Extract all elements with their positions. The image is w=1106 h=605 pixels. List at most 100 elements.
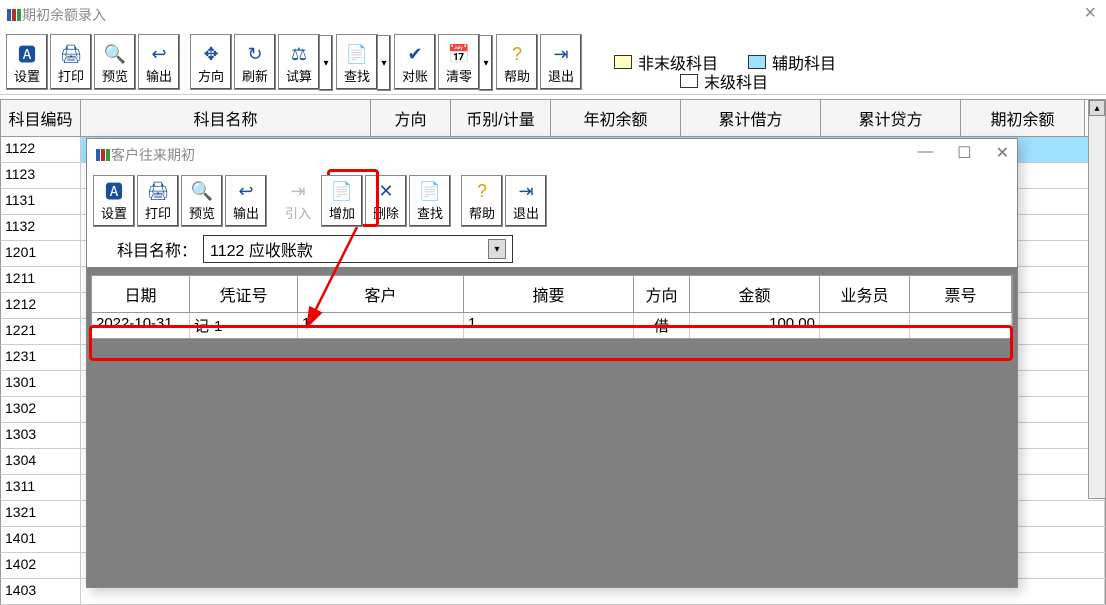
- col-voucher[interactable]: 凭证号: [190, 276, 298, 312]
- find-icon: 📄: [345, 42, 369, 66]
- export-button[interactable]: ↩输出: [138, 34, 180, 90]
- cell-amount[interactable]: 100.00: [690, 313, 820, 338]
- check-icon: ✔: [403, 42, 427, 66]
- reconcile-button[interactable]: ✔对账: [394, 34, 436, 90]
- cell-code[interactable]: 1123: [1, 163, 81, 188]
- cell-code[interactable]: 1131: [1, 189, 81, 214]
- cell-code[interactable]: 1211: [1, 267, 81, 292]
- col-name[interactable]: 科目名称: [81, 100, 371, 136]
- import-button: ⇥引入: [277, 175, 319, 227]
- print-button[interactable]: 🖨打印: [50, 34, 92, 90]
- settings-button[interactable]: 🅰设置: [93, 175, 135, 227]
- sub-titlebar: 客户往来期初 — ☐ ✕: [87, 139, 1017, 171]
- preview-button[interactable]: 🔍预览: [181, 175, 223, 227]
- cell-dir[interactable]: 借: [634, 313, 690, 338]
- delete-button[interactable]: ✕删除: [365, 175, 407, 227]
- preview-icon: 🔍: [103, 42, 127, 66]
- settings-icon: 🅰: [102, 179, 126, 203]
- clear-icon: 📅: [447, 42, 471, 66]
- cell-staff[interactable]: [820, 313, 910, 338]
- legend-box-leaf: [680, 74, 698, 88]
- export-icon: ↩: [234, 179, 258, 203]
- refresh-button[interactable]: ↻刷新: [234, 34, 276, 90]
- print-button[interactable]: 🖨打印: [137, 175, 179, 227]
- cell-code[interactable]: 1201: [1, 241, 81, 266]
- col-staff[interactable]: 业务员: [820, 276, 910, 312]
- dropdown-icon[interactable]: ▾: [319, 35, 333, 91]
- add-icon: 📄: [330, 179, 354, 203]
- find-button[interactable]: 📄查找: [409, 175, 451, 227]
- chevron-down-icon[interactable]: ▾: [488, 239, 506, 259]
- cell-code[interactable]: 1304: [1, 449, 81, 474]
- col-amount[interactable]: 金额: [690, 276, 820, 312]
- col-bill[interactable]: 票号: [910, 276, 1012, 312]
- direction-button[interactable]: ✥方向: [190, 34, 232, 90]
- exit-icon: ⇥: [514, 179, 538, 203]
- col-curr[interactable]: 币别/计量: [451, 100, 551, 136]
- col-date[interactable]: 日期: [92, 276, 190, 312]
- exit-icon: ⇥: [549, 42, 573, 66]
- subject-label: 科目名称：: [117, 237, 197, 261]
- cell-summary[interactable]: 1: [464, 313, 634, 338]
- clear-button[interactable]: 📅清零▾: [438, 34, 480, 90]
- trial-button[interactable]: ⚖试算▾: [278, 34, 320, 90]
- cell-code[interactable]: 1303: [1, 423, 81, 448]
- cell-customer[interactable]: 1: [298, 313, 464, 338]
- col-yearopen[interactable]: 年初余额: [551, 100, 681, 136]
- col-code[interactable]: 科目编码: [1, 100, 81, 136]
- minimize-icon[interactable]: —: [917, 143, 933, 163]
- close-icon[interactable]: ✕: [996, 143, 1009, 163]
- cell-code[interactable]: 1221: [1, 319, 81, 344]
- dropdown-icon[interactable]: ▾: [377, 35, 391, 91]
- col-customer[interactable]: 客户: [298, 276, 464, 312]
- col-cumdr[interactable]: 累计借方: [681, 100, 821, 136]
- help-icon: ?: [470, 179, 494, 203]
- cell-code[interactable]: 1122: [1, 137, 81, 162]
- col-open[interactable]: 期初余额: [961, 100, 1085, 136]
- subject-row: 科目名称： 1122 应收账款 ▾: [87, 231, 1017, 267]
- legend-box-nonleaf: [614, 55, 632, 69]
- cell-code[interactable]: 1231: [1, 345, 81, 370]
- export-button[interactable]: ↩输出: [225, 175, 267, 227]
- cell-code[interactable]: 1301: [1, 371, 81, 396]
- cell-bill[interactable]: [910, 313, 1012, 338]
- help-button[interactable]: ?帮助: [496, 34, 538, 90]
- dropdown-icon[interactable]: ▾: [479, 35, 493, 91]
- sub-title: 客户往来期初: [111, 145, 195, 165]
- sub-grid-header: 日期 凭证号 客户 摘要 方向 金额 业务员 票号: [91, 275, 1013, 313]
- col-cumcr[interactable]: 累计贷方: [821, 100, 961, 136]
- cell-code[interactable]: 1401: [1, 527, 81, 552]
- help-button[interactable]: ?帮助: [461, 175, 503, 227]
- cell-code[interactable]: 1302: [1, 397, 81, 422]
- col-summary[interactable]: 摘要: [464, 276, 634, 312]
- main-title: 期初余额录入: [22, 5, 106, 25]
- cell-voucher[interactable]: 记-1: [190, 313, 298, 338]
- settings-button[interactable]: 🅰设置: [6, 34, 48, 90]
- cell-code[interactable]: 1321: [1, 501, 81, 526]
- scroll-up-icon[interactable]: ▴: [1089, 100, 1105, 116]
- settings-icon: 🅰: [15, 42, 39, 66]
- import-icon: ⇥: [286, 179, 310, 203]
- sub-toolbar: 🅰设置 🖨打印 🔍预览 ↩输出 ⇥引入 📄增加 ✕删除 📄查找 ?帮助 ⇥退出: [87, 171, 1017, 231]
- subject-select[interactable]: 1122 应收账款 ▾: [203, 235, 513, 263]
- scrollbar[interactable]: ▴: [1088, 99, 1106, 499]
- exit-button[interactable]: ⇥退出: [505, 175, 547, 227]
- preview-button[interactable]: 🔍预览: [94, 34, 136, 90]
- col-dir[interactable]: 方向: [634, 276, 690, 312]
- col-dir[interactable]: 方向: [371, 100, 451, 136]
- add-button[interactable]: 📄增加: [321, 175, 363, 227]
- direction-icon: ✥: [199, 42, 223, 66]
- cell-code[interactable]: 1402: [1, 553, 81, 578]
- refresh-icon: ↻: [243, 42, 267, 66]
- cell-code[interactable]: 1403: [1, 579, 81, 604]
- exit-button[interactable]: ⇥退出: [540, 34, 582, 90]
- maximize-icon[interactable]: ☐: [957, 143, 971, 163]
- cell-date[interactable]: 2022-10-31: [92, 313, 190, 338]
- cell-code[interactable]: 1311: [1, 475, 81, 500]
- find-button[interactable]: 📄查找▾: [336, 34, 378, 90]
- cell-code[interactable]: 1212: [1, 293, 81, 318]
- main-grid-header: 科目编码 科目名称 方向 币别/计量 年初余额 累计借方 累计贷方 期初余额: [0, 99, 1106, 137]
- cell-code[interactable]: 1132: [1, 215, 81, 240]
- sub-grid-row[interactable]: 2022-10-31 记-1 1 1 借 100.00: [91, 313, 1013, 339]
- close-icon[interactable]: ×: [1084, 2, 1096, 25]
